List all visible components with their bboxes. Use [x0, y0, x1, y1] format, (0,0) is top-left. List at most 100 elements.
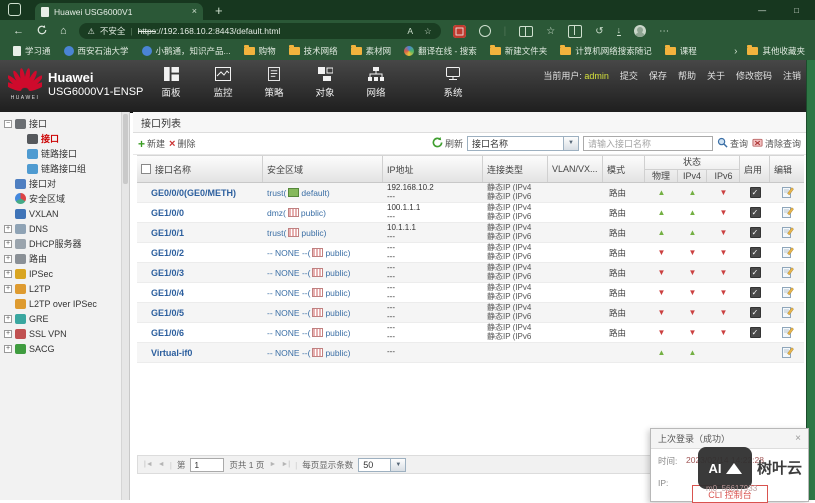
favorites-icon[interactable]: ☆ — [546, 26, 555, 37]
nav-item-policy[interactable]: 策略 — [247, 67, 301, 99]
sidebar-item[interactable]: + SACG — [0, 341, 129, 356]
workspaces-icon[interactable] — [8, 3, 21, 16]
header-action[interactable]: 提交 — [620, 69, 638, 82]
header-action[interactable]: 保存 — [649, 69, 667, 82]
tree-expander-icon[interactable]: + — [4, 269, 12, 278]
header-action[interactable]: 关于 — [707, 69, 725, 82]
zone-link[interactable]: -- NONE --( public) — [263, 268, 383, 278]
enabled-checkbox[interactable]: ✓ — [749, 287, 761, 298]
tree-expander-icon[interactable]: + — [4, 284, 12, 293]
more-menu-icon[interactable]: ⋯ — [659, 26, 669, 37]
zone-link[interactable]: -- NONE --( public) — [263, 288, 383, 298]
interface-name-link[interactable]: GE1/0/3 — [137, 268, 263, 278]
sidebar-item[interactable]: + SSL VPN — [0, 326, 129, 341]
interface-name-link[interactable]: GE1/0/6 — [137, 328, 263, 338]
edit-button[interactable] — [770, 185, 805, 200]
tree-expander-icon[interactable]: + — [4, 224, 12, 233]
home-icon[interactable]: ⌂ — [60, 25, 67, 37]
page-number-input[interactable] — [190, 457, 225, 472]
bookmarks-overflow-icon[interactable]: › — [734, 46, 737, 57]
bookmark-item[interactable]: 翻译在线 - 搜索 — [404, 45, 477, 57]
zone-link[interactable]: -- NONE --( public) — [263, 348, 383, 358]
sidebar-item[interactable]: + DHCP服务器 — [0, 236, 129, 251]
enabled-checkbox[interactable]: ✓ — [749, 267, 761, 278]
nav-item-network[interactable]: 网络 — [349, 67, 403, 99]
tree-expander-icon[interactable]: + — [4, 344, 12, 353]
tree-expander-icon[interactable]: − — [4, 119, 12, 128]
sidebar-item[interactable]: 链路接口 — [0, 146, 129, 161]
sidebar-item[interactable]: + L2TP — [0, 281, 129, 296]
interface-name-link[interactable]: GE1/0/2 — [137, 248, 263, 258]
nav-item-dashboard[interactable]: 面板 — [144, 67, 198, 99]
downloads-icon[interactable]: ↓ — [616, 26, 622, 36]
edit-button[interactable] — [770, 205, 805, 220]
close-icon[interactable]: × — [795, 433, 801, 444]
sidebar-item[interactable]: 安全区域 — [0, 191, 129, 206]
bookmark-item[interactable]: 素材网 — [350, 45, 391, 57]
sidebar-item[interactable]: 接口对 — [0, 176, 129, 191]
next-page-icon[interactable]: ► — [269, 461, 276, 468]
edit-button[interactable] — [770, 345, 805, 360]
tree-expander-icon[interactable]: + — [4, 254, 12, 263]
interface-name-link[interactable]: GE1/0/4 — [137, 288, 263, 298]
sidebar-scrollbar[interactable] — [121, 112, 129, 500]
enabled-checkbox[interactable]: ✓ — [749, 187, 761, 198]
zone-link[interactable]: trust( default) — [263, 188, 383, 198]
bookmark-item[interactable]: 小鹅通，知识产品... — [141, 45, 231, 57]
search-input[interactable] — [582, 136, 713, 151]
url-field[interactable]: ⚠ 不安全 | https://192.168.10.2:8443/defaul… — [78, 23, 441, 39]
sidebar-item[interactable]: L2TP over IPSec — [0, 296, 129, 311]
sidebar-item[interactable]: 链路接口组 — [0, 161, 129, 176]
new-tab-button[interactable]: + — [215, 4, 223, 17]
query-button[interactable]: 查询 — [717, 137, 748, 150]
prev-page-icon[interactable]: ◄ — [158, 461, 165, 468]
ublock-extension-icon[interactable] — [452, 24, 466, 38]
delete-button[interactable]: × 删除 — [169, 137, 195, 150]
header-action[interactable]: 注销 — [783, 69, 801, 82]
zone-link[interactable]: -- NONE --( public) — [263, 248, 383, 258]
back-icon[interactable]: ← — [13, 25, 24, 37]
interface-name-link[interactable]: Virtual-if0 — [137, 348, 263, 358]
other-bookmarks[interactable]: 其他收藏夹 — [747, 45, 805, 57]
nav-item-system[interactable]: 系统 — [426, 67, 480, 99]
first-page-icon[interactable]: |◄ — [144, 461, 153, 468]
bookmark-item[interactable]: 新建文件夹 — [489, 45, 547, 57]
clear-query-button[interactable]: 清除查询 — [752, 137, 801, 150]
filter-field-dropdown[interactable]: 接口名称 ▼ — [466, 136, 579, 151]
zone-link[interactable]: dmz( public) — [263, 208, 383, 218]
enabled-checkbox[interactable]: ✓ — [749, 227, 761, 238]
tree-expander-icon[interactable]: + — [4, 329, 12, 338]
nav-item-object[interactable]: 对象 — [298, 67, 352, 99]
bookmark-item[interactable]: 学习通 — [13, 45, 51, 57]
sidebar-item[interactable]: + DNS — [0, 221, 129, 236]
browser-tab[interactable]: Huawei USG6000V1 × — [35, 3, 203, 20]
header-action[interactable]: 修改密码 — [736, 69, 772, 82]
enabled-checkbox[interactable]: ✓ — [749, 207, 761, 218]
select-all-checkbox[interactable] — [141, 164, 151, 174]
tree-expander-icon[interactable]: + — [4, 239, 12, 248]
chevron-down-icon[interactable]: ▼ — [562, 137, 578, 150]
edit-button[interactable] — [770, 225, 805, 240]
edit-button[interactable] — [770, 325, 805, 340]
new-button[interactable]: + 新建 — [138, 137, 165, 150]
sidebar-item[interactable]: + IPSec — [0, 266, 129, 281]
add-favorite-icon[interactable]: ☆ — [424, 26, 432, 37]
bookmark-item[interactable]: 课程 — [664, 45, 697, 57]
header-action[interactable]: 帮助 — [678, 69, 696, 82]
minimize-button[interactable]: — — [758, 6, 766, 15]
per-page-select[interactable]: 50 ▼ — [358, 457, 407, 472]
edit-button[interactable] — [770, 285, 805, 300]
interface-name-link[interactable]: GE1/0/5 — [137, 308, 263, 318]
history-icon[interactable]: ↺ — [595, 26, 603, 37]
sidebar-item[interactable]: + GRE — [0, 311, 129, 326]
refresh-button[interactable]: 刷新 — [432, 137, 463, 150]
split-screen-icon[interactable] — [519, 25, 534, 37]
bookmark-item[interactable]: 技术网络 — [288, 45, 338, 57]
interface-name-link[interactable]: GE0/0/0(GE0/METH) — [137, 188, 263, 198]
nav-item-monitor[interactable]: 监控 — [196, 67, 250, 99]
zone-link[interactable]: -- NONE --( public) — [263, 308, 383, 318]
zone-link[interactable]: trust( public) — [263, 228, 383, 238]
sidebar-item[interactable]: − 接口 — [0, 116, 129, 131]
zone-link[interactable]: -- NONE --( public) — [263, 328, 383, 338]
chevron-down-icon[interactable]: ▼ — [390, 458, 406, 471]
